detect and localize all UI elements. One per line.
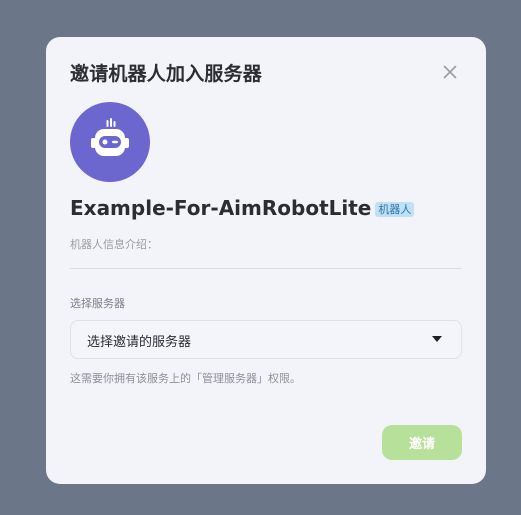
bot-name-row: Example-For-AimRobotLite 机器人 xyxy=(70,196,415,220)
permission-hint: 这需要你拥有该服务上的「管理服务器」权限。 xyxy=(70,372,301,385)
server-select[interactable]: 选择邀请的服务器 xyxy=(70,320,462,359)
bot-info-label: 机器人信息介绍： xyxy=(70,238,158,251)
server-select-value: 选择邀请的服务器 xyxy=(87,335,192,350)
robot-icon xyxy=(91,118,129,156)
dialog-title: 邀请机器人加入服务器 xyxy=(70,63,263,85)
bot-name: Example-For-AimRobotLite xyxy=(70,196,372,220)
close-icon[interactable] xyxy=(438,60,462,84)
invite-button[interactable]: 邀请 xyxy=(382,425,462,460)
bot-badge: 机器人 xyxy=(375,201,415,217)
caret-down-icon xyxy=(432,336,442,342)
invite-bot-dialog: 邀请机器人加入服务器 Example-For-AimRobotLite 机器人 xyxy=(46,37,486,484)
server-select-label: 选择服务器 xyxy=(70,297,125,310)
bot-avatar xyxy=(70,102,150,182)
divider xyxy=(70,268,462,269)
